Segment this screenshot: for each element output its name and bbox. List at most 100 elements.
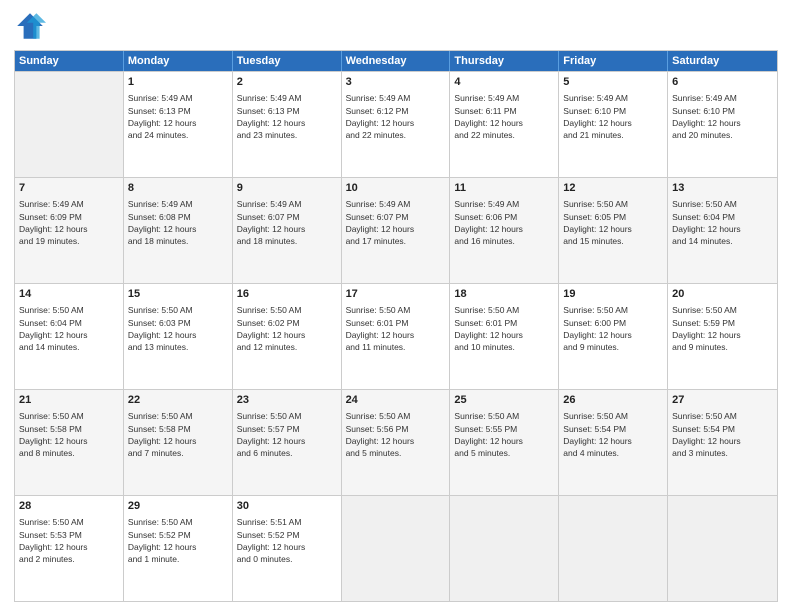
cell-date-number: 30 xyxy=(237,499,337,514)
cell-info: Sunrise: 5:49 AM Sunset: 6:07 PM Dayligh… xyxy=(237,198,337,247)
cell-date-number: 24 xyxy=(346,393,446,408)
cell-info: Sunrise: 5:49 AM Sunset: 6:07 PM Dayligh… xyxy=(346,198,446,247)
cell-info: Sunrise: 5:50 AM Sunset: 5:58 PM Dayligh… xyxy=(19,410,119,459)
cell-date-number: 16 xyxy=(237,287,337,302)
cell-info: Sunrise: 5:50 AM Sunset: 6:05 PM Dayligh… xyxy=(563,198,663,247)
day-cell-1: 1 Sunrise: 5:49 AM Sunset: 6:13 PM Daylig… xyxy=(124,72,233,177)
day-cell-14: 14 Sunrise: 5:50 AM Sunset: 6:04 PM Dayli… xyxy=(15,284,124,389)
cell-date-number: 1 xyxy=(128,75,228,90)
cell-info: Sunrise: 5:50 AM Sunset: 5:56 PM Dayligh… xyxy=(346,410,446,459)
cell-info: Sunrise: 5:50 AM Sunset: 6:04 PM Dayligh… xyxy=(19,304,119,353)
header-day-monday: Monday xyxy=(124,51,233,71)
cell-info: Sunrise: 5:49 AM Sunset: 6:12 PM Dayligh… xyxy=(346,92,446,141)
cell-info: Sunrise: 5:50 AM Sunset: 6:04 PM Dayligh… xyxy=(672,198,773,247)
page: SundayMondayTuesdayWednesdayThursdayFrid… xyxy=(0,0,792,612)
cell-info: Sunrise: 5:50 AM Sunset: 5:54 PM Dayligh… xyxy=(672,410,773,459)
calendar-header: SundayMondayTuesdayWednesdayThursdayFrid… xyxy=(15,51,777,71)
day-cell-empty xyxy=(342,496,451,601)
calendar: SundayMondayTuesdayWednesdayThursdayFrid… xyxy=(14,50,778,602)
logo-icon xyxy=(14,10,46,42)
cell-info: Sunrise: 5:49 AM Sunset: 6:08 PM Dayligh… xyxy=(128,198,228,247)
day-cell-26: 26Sunrise: 5:50 AM Sunset: 5:54 PM Dayli… xyxy=(559,390,668,495)
cell-date-number: 14 xyxy=(19,287,119,302)
header-day-sunday: Sunday xyxy=(15,51,124,71)
cell-info: Sunrise: 5:51 AM Sunset: 5:52 PM Dayligh… xyxy=(237,516,337,565)
week-row-3: 14 Sunrise: 5:50 AM Sunset: 6:04 PM Dayli… xyxy=(15,283,777,389)
cell-date-number: 4 xyxy=(454,75,554,90)
logo xyxy=(14,10,50,42)
cell-date-number: 10 xyxy=(346,181,446,196)
cell-info: Sunrise: 5:50 AM Sunset: 5:59 PM Dayligh… xyxy=(672,304,773,353)
cell-date-number: 11 xyxy=(454,181,554,196)
day-cell-25: 25 Sunrise: 5:50 AM Sunset: 5:55 PM Dayli… xyxy=(450,390,559,495)
week-row-2: 7Sunrise: 5:49 AM Sunset: 6:09 PM Daylig… xyxy=(15,177,777,283)
day-cell-empty xyxy=(15,72,124,177)
day-cell-24: 24 Sunrise: 5:50 AM Sunset: 5:56 PM Dayli… xyxy=(342,390,451,495)
cell-date-number: 12 xyxy=(563,181,663,196)
day-cell-19: 19 Sunrise: 5:50 AM Sunset: 6:00 PM Dayli… xyxy=(559,284,668,389)
cell-info: Sunrise: 5:49 AM Sunset: 6:10 PM Dayligh… xyxy=(672,92,773,141)
header-day-friday: Friday xyxy=(559,51,668,71)
day-cell-12: 12 Sunrise: 5:50 AM Sunset: 6:05 PM Dayli… xyxy=(559,178,668,283)
cell-date-number: 25 xyxy=(454,393,554,408)
day-cell-18: 18 Sunrise: 5:50 AM Sunset: 6:01 PM Dayli… xyxy=(450,284,559,389)
cell-info: Sunrise: 5:50 AM Sunset: 5:55 PM Dayligh… xyxy=(454,410,554,459)
day-cell-8: 8 Sunrise: 5:49 AM Sunset: 6:08 PM Daylig… xyxy=(124,178,233,283)
header xyxy=(14,10,778,42)
cell-info: Sunrise: 5:49 AM Sunset: 6:13 PM Dayligh… xyxy=(128,92,228,141)
cell-info: Sunrise: 5:49 AM Sunset: 6:11 PM Dayligh… xyxy=(454,92,554,141)
cell-date-number: 27 xyxy=(672,393,773,408)
cell-date-number: 2 xyxy=(237,75,337,90)
cell-date-number: 9 xyxy=(237,181,337,196)
cell-date-number: 5 xyxy=(563,75,663,90)
cell-info: Sunrise: 5:50 AM Sunset: 6:01 PM Dayligh… xyxy=(454,304,554,353)
day-cell-9: 9 Sunrise: 5:49 AM Sunset: 6:07 PM Daylig… xyxy=(233,178,342,283)
day-cell-20: 20 Sunrise: 5:50 AM Sunset: 5:59 PM Dayli… xyxy=(668,284,777,389)
cell-date-number: 20 xyxy=(672,287,773,302)
cell-date-number: 8 xyxy=(128,181,228,196)
cell-date-number: 19 xyxy=(563,287,663,302)
day-cell-16: 16Sunrise: 5:50 AM Sunset: 6:02 PM Dayli… xyxy=(233,284,342,389)
cell-info: Sunrise: 5:50 AM Sunset: 6:03 PM Dayligh… xyxy=(128,304,228,353)
day-cell-27: 27 Sunrise: 5:50 AM Sunset: 5:54 PM Dayli… xyxy=(668,390,777,495)
day-cell-28: 28Sunrise: 5:50 AM Sunset: 5:53 PM Dayli… xyxy=(15,496,124,601)
day-cell-6: 6 Sunrise: 5:49 AM Sunset: 6:10 PM Daylig… xyxy=(668,72,777,177)
header-day-wednesday: Wednesday xyxy=(342,51,451,71)
day-cell-11: 11 Sunrise: 5:49 AM Sunset: 6:06 PM Dayli… xyxy=(450,178,559,283)
day-cell-15: 15 Sunrise: 5:50 AM Sunset: 6:03 PM Dayli… xyxy=(124,284,233,389)
cell-date-number: 29 xyxy=(128,499,228,514)
cell-date-number: 22 xyxy=(128,393,228,408)
cell-info: Sunrise: 5:49 AM Sunset: 6:10 PM Dayligh… xyxy=(563,92,663,141)
cell-info: Sunrise: 5:49 AM Sunset: 6:06 PM Dayligh… xyxy=(454,198,554,247)
header-day-tuesday: Tuesday xyxy=(233,51,342,71)
cell-date-number: 23 xyxy=(237,393,337,408)
day-cell-13: 13 Sunrise: 5:50 AM Sunset: 6:04 PM Dayli… xyxy=(668,178,777,283)
week-row-4: 21 Sunrise: 5:50 AM Sunset: 5:58 PM Dayli… xyxy=(15,389,777,495)
day-cell-4: 4 Sunrise: 5:49 AM Sunset: 6:11 PM Daylig… xyxy=(450,72,559,177)
cell-date-number: 15 xyxy=(128,287,228,302)
cell-info: Sunrise: 5:50 AM Sunset: 6:00 PM Dayligh… xyxy=(563,304,663,353)
day-cell-3: 3Sunrise: 5:49 AM Sunset: 6:12 PM Daylig… xyxy=(342,72,451,177)
cell-date-number: 21 xyxy=(19,393,119,408)
week-row-1: 1 Sunrise: 5:49 AM Sunset: 6:13 PM Daylig… xyxy=(15,71,777,177)
cell-date-number: 13 xyxy=(672,181,773,196)
day-cell-10: 10 Sunrise: 5:49 AM Sunset: 6:07 PM Dayli… xyxy=(342,178,451,283)
cell-info: Sunrise: 5:50 AM Sunset: 5:54 PM Dayligh… xyxy=(563,410,663,459)
cell-date-number: 17 xyxy=(346,287,446,302)
day-cell-21: 21 Sunrise: 5:50 AM Sunset: 5:58 PM Dayli… xyxy=(15,390,124,495)
day-cell-29: 29Sunrise: 5:50 AM Sunset: 5:52 PM Dayli… xyxy=(124,496,233,601)
header-day-thursday: Thursday xyxy=(450,51,559,71)
cell-info: Sunrise: 5:49 AM Sunset: 6:09 PM Dayligh… xyxy=(19,198,119,247)
cell-info: Sunrise: 5:50 AM Sunset: 5:57 PM Dayligh… xyxy=(237,410,337,459)
day-cell-empty xyxy=(668,496,777,601)
day-cell-30: 30 Sunrise: 5:51 AM Sunset: 5:52 PM Dayli… xyxy=(233,496,342,601)
cell-date-number: 18 xyxy=(454,287,554,302)
cell-date-number: 28 xyxy=(19,499,119,514)
day-cell-5: 5 Sunrise: 5:49 AM Sunset: 6:10 PM Daylig… xyxy=(559,72,668,177)
week-row-5: 28Sunrise: 5:50 AM Sunset: 5:53 PM Dayli… xyxy=(15,495,777,601)
cell-date-number: 6 xyxy=(672,75,773,90)
cell-info: Sunrise: 5:50 AM Sunset: 5:58 PM Dayligh… xyxy=(128,410,228,459)
day-cell-empty xyxy=(559,496,668,601)
calendar-body: 1 Sunrise: 5:49 AM Sunset: 6:13 PM Daylig… xyxy=(15,71,777,601)
day-cell-2: 2Sunrise: 5:49 AM Sunset: 6:13 PM Daylig… xyxy=(233,72,342,177)
